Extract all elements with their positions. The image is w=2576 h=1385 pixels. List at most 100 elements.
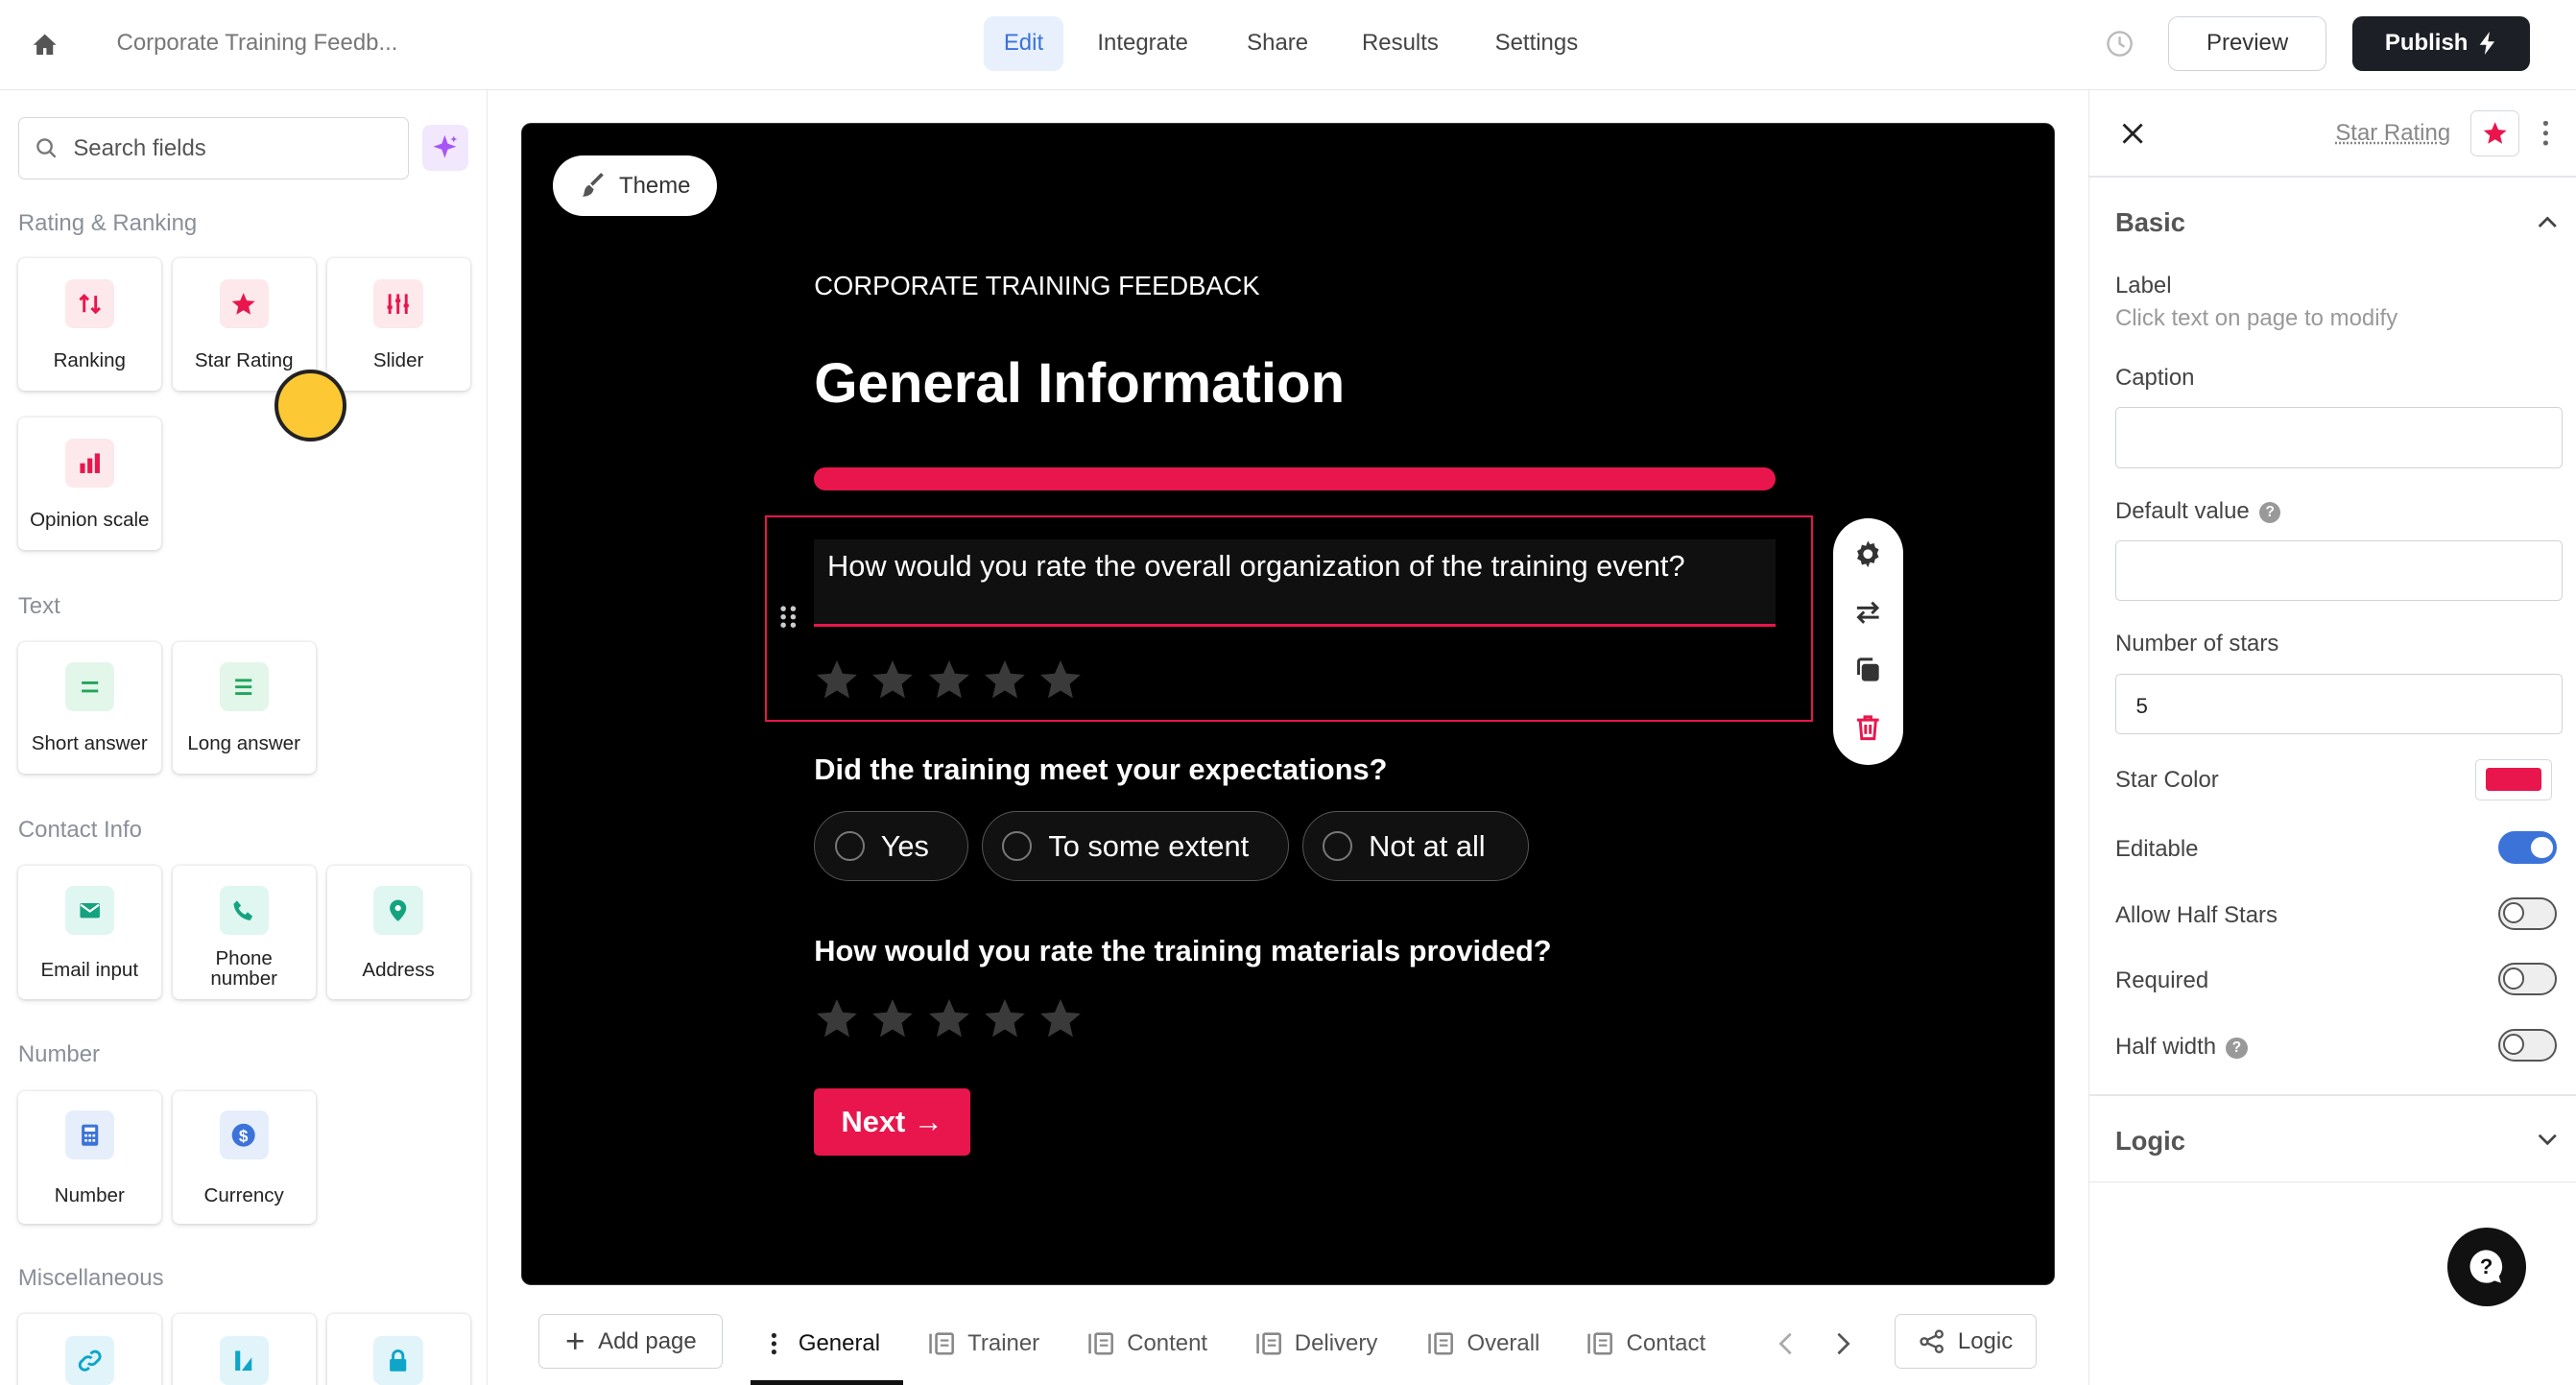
option-not-at-all[interactable]: Not at all [1301, 810, 1529, 882]
field-card-signature[interactable] [172, 1314, 316, 1385]
field-card-email-input[interactable]: Email input [17, 866, 161, 999]
star-icon[interactable] [926, 995, 972, 1041]
option-yes[interactable]: Yes [814, 810, 969, 882]
active-page-indicator [751, 1379, 904, 1385]
more-vertical-icon[interactable] [2542, 120, 2549, 146]
page-tab-delivery[interactable]: Delivery [1255, 1330, 1377, 1357]
chat-question-icon: ? [2469, 1250, 2503, 1283]
add-page-button[interactable]: Add page [538, 1314, 724, 1369]
ai-sparkle-button[interactable] [421, 125, 468, 171]
toggle-knob [2503, 1033, 2525, 1056]
chevron-right-icon[interactable] [1835, 1332, 1851, 1355]
half-width-toggle[interactable] [2497, 1028, 2558, 1062]
page-tab-general[interactable]: General [771, 1330, 880, 1357]
chevron-up-icon[interactable] [2538, 215, 2558, 228]
star-rating-q1[interactable] [814, 657, 1084, 703]
swap-arrows-icon[interactable] [1852, 597, 1884, 629]
star-icon[interactable] [1038, 657, 1084, 703]
star-icon[interactable] [814, 657, 860, 703]
preview-button[interactable]: Preview [2168, 16, 2326, 71]
drag-handle-icon[interactable] [778, 604, 799, 630]
question-2-text[interactable]: Did the training meet your expectations? [814, 752, 1387, 788]
field-card-number[interactable]: Number [17, 1090, 161, 1225]
page-tab-overall[interactable]: Overall [1427, 1330, 1539, 1357]
page-title[interactable]: General Information [814, 351, 1345, 416]
field-card-currency[interactable]: $ Currency [172, 1090, 316, 1225]
field-card-ranking[interactable]: Ranking [17, 257, 161, 392]
tab-edit[interactable]: Edit [984, 16, 1063, 71]
section-miscellaneous: Miscellaneous [17, 1265, 164, 1291]
caption-input[interactable] [2114, 407, 2563, 468]
option-to-some-extent[interactable]: To some extent [981, 810, 1289, 882]
brush-icon [580, 172, 606, 199]
star-rating-q3[interactable] [814, 995, 1084, 1041]
fields-sidebar: Search fields Rating & Ranking Ranking S… [0, 90, 489, 1385]
settings-gear-icon[interactable] [1852, 538, 1884, 570]
duplicate-icon[interactable] [1852, 655, 1884, 686]
required-toggle[interactable] [2497, 963, 2558, 996]
question-1-text[interactable]: How would you rate the overall organizat… [827, 548, 1748, 585]
color-swatch [2486, 768, 2541, 792]
svg-text:$: $ [239, 1128, 249, 1146]
next-button[interactable]: Next → [814, 1088, 970, 1157]
field-card-address[interactable]: Address [326, 866, 470, 999]
logic-section-title[interactable]: Logic [2115, 1126, 2185, 1157]
allow-half-stars-toggle[interactable] [2497, 896, 2558, 930]
theme-button[interactable]: Theme [553, 155, 718, 217]
star-color-picker[interactable] [2474, 758, 2553, 800]
question-3-text[interactable]: How would you rate the training material… [814, 933, 1551, 969]
star-icon [2483, 122, 2507, 144]
field-card-phone-number[interactable]: Phone number [172, 866, 316, 999]
required-label: Required [2114, 967, 2209, 994]
star-icon[interactable] [926, 657, 972, 703]
star-icon[interactable] [982, 657, 1028, 703]
help-icon[interactable]: ? [2259, 501, 2281, 524]
field-type-label[interactable]: Star Rating [2335, 120, 2450, 147]
help-icon[interactable]: ? [2226, 1037, 2248, 1060]
help-chat-button[interactable]: ? [2446, 1227, 2526, 1306]
page-icon [1087, 1332, 1115, 1355]
search-input[interactable]: Search fields [73, 135, 205, 162]
search-field[interactable]: Search fields [17, 116, 410, 179]
label-hint: Click text on page to modify [2114, 305, 2398, 332]
logic-button[interactable]: Logic [1894, 1314, 2038, 1369]
default-value-input[interactable] [2114, 540, 2563, 602]
page-tab-trainer[interactable]: Trainer [928, 1330, 1039, 1357]
number-of-stars-input[interactable]: 5 [2114, 673, 2563, 735]
field-card-slider[interactable]: Slider [326, 257, 470, 392]
star-icon[interactable] [870, 657, 916, 703]
tab-share[interactable]: Share [1228, 16, 1328, 70]
basic-section-title[interactable]: Basic [2115, 207, 2185, 238]
field-card-link[interactable] [17, 1314, 161, 1385]
star-icon[interactable] [814, 995, 860, 1041]
field-type-star-button[interactable] [2469, 109, 2520, 156]
home-icon[interactable] [32, 32, 58, 58]
field-card-short-answer[interactable]: Short answer [17, 642, 161, 775]
form-name[interactable]: Corporate Training Feedb... [117, 30, 398, 57]
star-icon[interactable] [982, 995, 1028, 1041]
field-card-star-rating[interactable]: Star Rating [172, 257, 316, 392]
page-tab-contact[interactable]: Contact [1586, 1330, 1705, 1357]
tab-settings[interactable]: Settings [1475, 16, 1598, 70]
publish-button[interactable]: Publish [2352, 16, 2530, 71]
close-icon[interactable] [2122, 123, 2143, 145]
history-icon[interactable] [2106, 30, 2134, 58]
radio-icon [834, 831, 865, 862]
tab-results[interactable]: Results [1342, 16, 1458, 70]
page-icon [1255, 1332, 1283, 1355]
kebab-menu-icon[interactable] [771, 1332, 777, 1355]
form-subtitle[interactable]: CORPORATE TRAINING FEEDBACK [814, 271, 1259, 301]
tab-integrate[interactable]: Integrate [1078, 16, 1208, 70]
star-icon[interactable] [1038, 995, 1084, 1041]
theme-label: Theme [618, 172, 691, 199]
star-icon[interactable] [870, 995, 916, 1041]
chevron-left-icon[interactable] [1777, 1332, 1794, 1355]
trash-icon[interactable] [1852, 712, 1884, 744]
editable-toggle[interactable] [2497, 831, 2558, 865]
field-card-opinion-scale[interactable]: Opinion scale [17, 417, 161, 551]
chevron-down-icon[interactable] [2538, 1134, 2558, 1147]
field-card-long-answer[interactable]: Long answer [172, 642, 316, 775]
field-card-password[interactable] [326, 1314, 470, 1385]
dollar-icon: $ [219, 1110, 269, 1160]
page-tab-content[interactable]: Content [1087, 1330, 1207, 1357]
